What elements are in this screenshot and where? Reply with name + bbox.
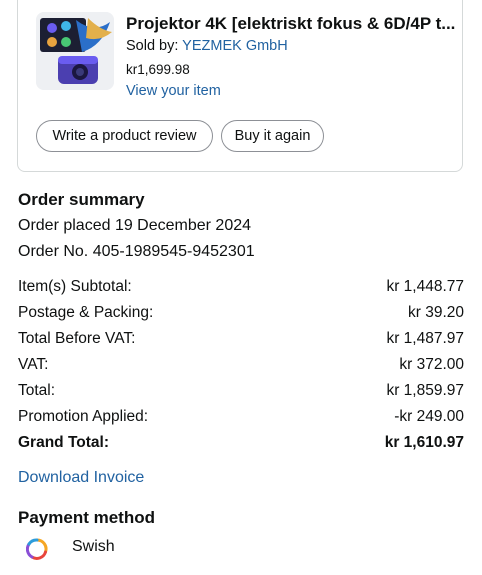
summary-label: Grand Total: [18, 434, 109, 451]
summary-value: kr 1,610.97 [384, 434, 464, 451]
summary-value: kr 1,487.97 [386, 330, 464, 347]
summary-label: Promotion Applied: [18, 408, 149, 425]
order-summary-heading: Order summary [18, 190, 145, 209]
seller-link[interactable]: YEZMEK GmbH [182, 38, 288, 54]
payment-method-heading: Payment method [18, 508, 155, 527]
summary-label: Total Before VAT: [18, 330, 136, 347]
summary-row-subtotal: Item(s) Subtotal: kr 1,448.77 [18, 278, 464, 296]
summary-label: Total: [18, 382, 56, 399]
item-price: kr1,699.98 [126, 62, 190, 77]
download-invoice-link[interactable]: Download Invoice [18, 469, 144, 487]
swish-icon [25, 538, 48, 560]
product-title-link[interactable]: Projektor 4K [elektriskt fokus & 6D/4P t… [126, 14, 456, 34]
summary-value: kr 39.20 [407, 304, 464, 321]
summary-row-vat: VAT: kr 372.00 [18, 356, 464, 374]
product-thumbnail[interactable] [36, 12, 114, 90]
summary-row-total: Total: kr 1,859.97 [18, 382, 464, 400]
sold-by-label: Sold by: [126, 38, 183, 54]
projector-image [36, 12, 114, 90]
summary-row-grand-total: Grand Total: kr 1,610.97 [18, 434, 464, 452]
summary-row-promotion: Promotion Applied: -kr 249.00 [18, 408, 464, 426]
summary-label: Postage & Packing: [18, 304, 154, 321]
write-review-button[interactable]: Write a product review [36, 120, 213, 152]
buy-again-button[interactable]: Buy it again [221, 120, 324, 152]
summary-value: kr 1,448.77 [386, 278, 464, 295]
summary-value: kr 372.00 [399, 356, 464, 373]
summary-label: VAT: [18, 356, 49, 373]
order-placed-date: Order placed 19 December 2024 [18, 217, 252, 234]
summary-row-before-vat: Total Before VAT: kr 1,487.97 [18, 330, 464, 348]
sold-by: Sold by: YEZMEK GmbH [126, 38, 288, 54]
payment-method-label: Swish [72, 538, 115, 555]
summary-row-postage: Postage & Packing: kr 39.20 [18, 304, 464, 322]
view-item-link[interactable]: View your item [126, 83, 221, 99]
summary-label: Item(s) Subtotal: [18, 278, 132, 295]
summary-value: kr 1,859.97 [386, 382, 464, 399]
order-number: Order No. 405-1989545-9452301 [18, 243, 255, 260]
summary-value: -kr 249.00 [394, 408, 464, 425]
